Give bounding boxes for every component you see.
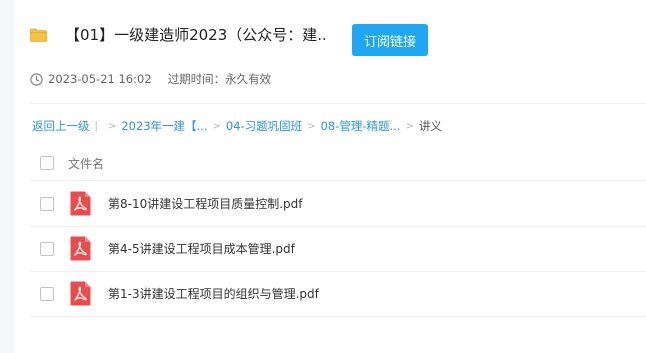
subscribe-button[interactable]: 订阅链接 [352, 24, 428, 56]
breadcrumb-separator: > [212, 120, 221, 132]
breadcrumb-item-link[interactable]: 08-管理-精题... [321, 118, 401, 134]
file-name[interactable]: 第1-3讲建设工程项目的组织与管理.pdf [108, 285, 319, 302]
share-expiry: 过期时间：永久有效 [167, 72, 272, 86]
file-checkbox[interactable] [40, 196, 54, 211]
clock-icon [30, 72, 43, 86]
breadcrumb-separator: > [307, 120, 316, 132]
share-page: 【01】一级建造师2023（公众号：建... 订阅链接 2023-05-21 1… [0, 0, 646, 353]
share-meta: 2023-05-21 16:02 过期时间：永久有效 [30, 71, 271, 87]
pdf-icon [70, 236, 91, 261]
file-row[interactable]: 第4-5讲建设工程项目成本管理.pdf [30, 226, 646, 272]
breadcrumb-back-link[interactable]: 返回上一级 [32, 118, 90, 134]
share-title: 【01】一级建造师2023（公众号：建... [65, 26, 325, 44]
select-all-checkbox[interactable] [40, 156, 54, 170]
breadcrumb-separator: > [107, 120, 117, 132]
divider [30, 103, 646, 104]
share-header: 【01】一级建造师2023（公众号：建... [30, 24, 325, 45]
left-sidebar-strip [0, 0, 14, 353]
breadcrumb-current: 讲义 [418, 119, 442, 133]
file-row[interactable]: 第8-10讲建设工程项目质量控制.pdf [30, 181, 646, 227]
breadcrumb-separator: > [405, 120, 414, 132]
share-date: 2023-05-21 16:02 [48, 72, 152, 86]
file-name[interactable]: 第4-5讲建设工程项目成本管理.pdf [108, 240, 295, 257]
file-list-header: 文件名 [30, 146, 646, 181]
pdf-icon [70, 281, 91, 306]
breadcrumb-separator: | [94, 120, 98, 132]
breadcrumb: 返回上一级 | > 2023年一建【... > 04-习题巩固班 > 08-管理… [32, 118, 442, 134]
filename-column-header: 文件名 [68, 156, 105, 171]
breadcrumb-item-link[interactable]: 04-习题巩固班 [226, 118, 302, 134]
file-checkbox[interactable] [40, 241, 54, 256]
file-row[interactable]: 第1-3讲建设工程项目的组织与管理.pdf [30, 271, 646, 317]
file-checkbox[interactable] [40, 286, 54, 301]
file-name[interactable]: 第8-10讲建设工程项目质量控制.pdf [108, 195, 303, 212]
pdf-icon [70, 191, 91, 216]
breadcrumb-item-link[interactable]: 2023年一建【... [121, 118, 207, 134]
folder-icon [30, 28, 47, 42]
